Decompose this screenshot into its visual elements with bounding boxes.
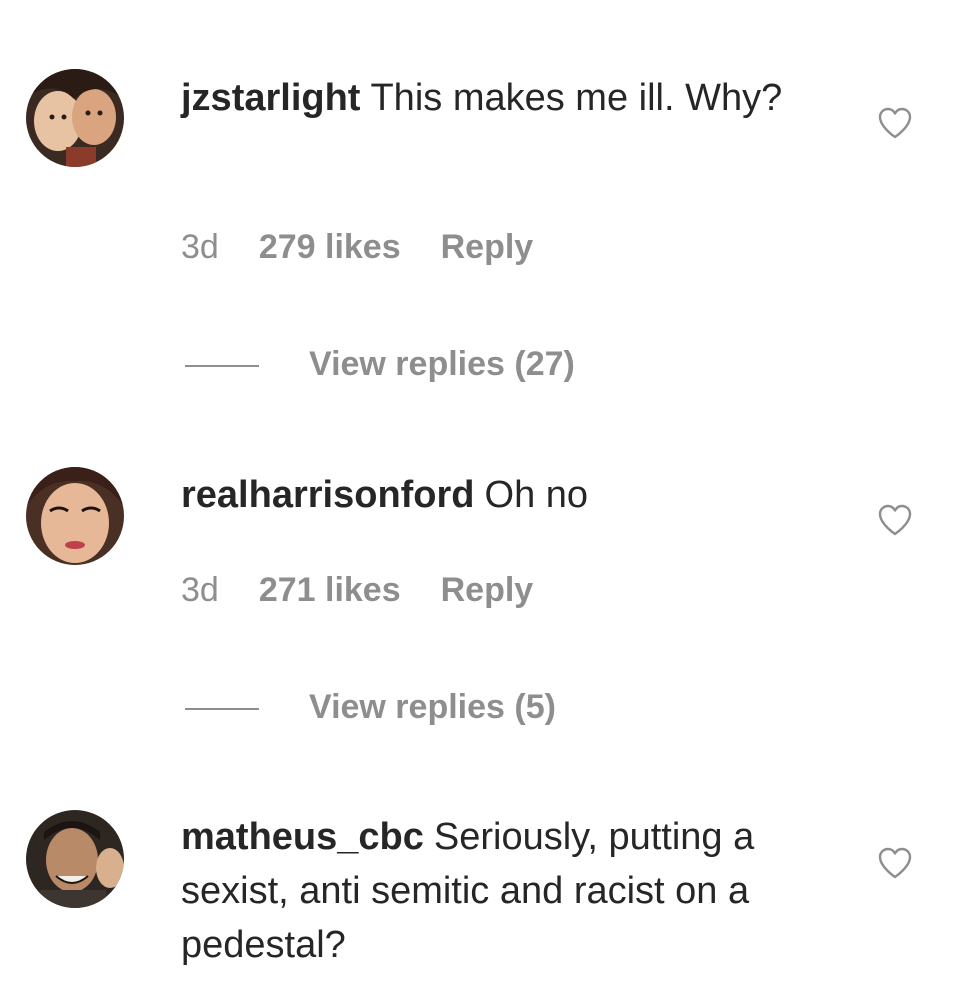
- avatar[interactable]: [26, 810, 124, 908]
- view-replies-label: View replies (5): [309, 688, 556, 726]
- heart-icon[interactable]: [877, 106, 913, 140]
- comment-text-block: matheus_cbc Seriously, putting a sexist, …: [181, 810, 831, 972]
- comment-item: matheus_cbc Seriously, putting a sexist, …: [0, 760, 980, 998]
- comment-meta: 3d 279 likes Reply: [181, 228, 573, 267]
- heart-icon[interactable]: [877, 503, 913, 537]
- comment-item: jzstarlight This makes me ill. Why? 3d 279…: [0, 0, 980, 420]
- comment-text-block: jzstarlight This makes me ill. Why?: [181, 71, 831, 125]
- avatar[interactable]: [26, 69, 124, 167]
- comment-time: 3d: [181, 228, 219, 266]
- divider-line: [185, 365, 259, 368]
- comment-likes[interactable]: 271 likes: [259, 571, 401, 610]
- comment-text-block: realharrisonford Oh no: [181, 468, 831, 522]
- view-replies-button[interactable]: View replies (5): [185, 688, 556, 727]
- view-replies-label: View replies (27): [309, 345, 575, 383]
- comment-time: 3d: [181, 571, 219, 609]
- comment-username[interactable]: realharrisonford: [181, 474, 475, 516]
- comment-body: This makes me ill. Why?: [370, 77, 783, 119]
- divider-line: [185, 708, 259, 711]
- heart-icon[interactable]: [877, 846, 913, 880]
- reply-button[interactable]: Reply: [441, 571, 534, 610]
- comment-item: realharrisonford Oh no 3d 271 likes Reply V…: [0, 420, 980, 760]
- comment-meta: 3d 271 likes Reply: [181, 571, 573, 610]
- comment-username[interactable]: jzstarlight: [181, 77, 360, 119]
- reply-button[interactable]: Reply: [441, 228, 534, 267]
- view-replies-button[interactable]: View replies (27): [185, 345, 575, 384]
- avatar[interactable]: [26, 467, 124, 565]
- comment-username[interactable]: matheus_cbc: [181, 816, 424, 858]
- comment-body: Oh no: [484, 474, 589, 516]
- comment-likes[interactable]: 279 likes: [259, 228, 401, 267]
